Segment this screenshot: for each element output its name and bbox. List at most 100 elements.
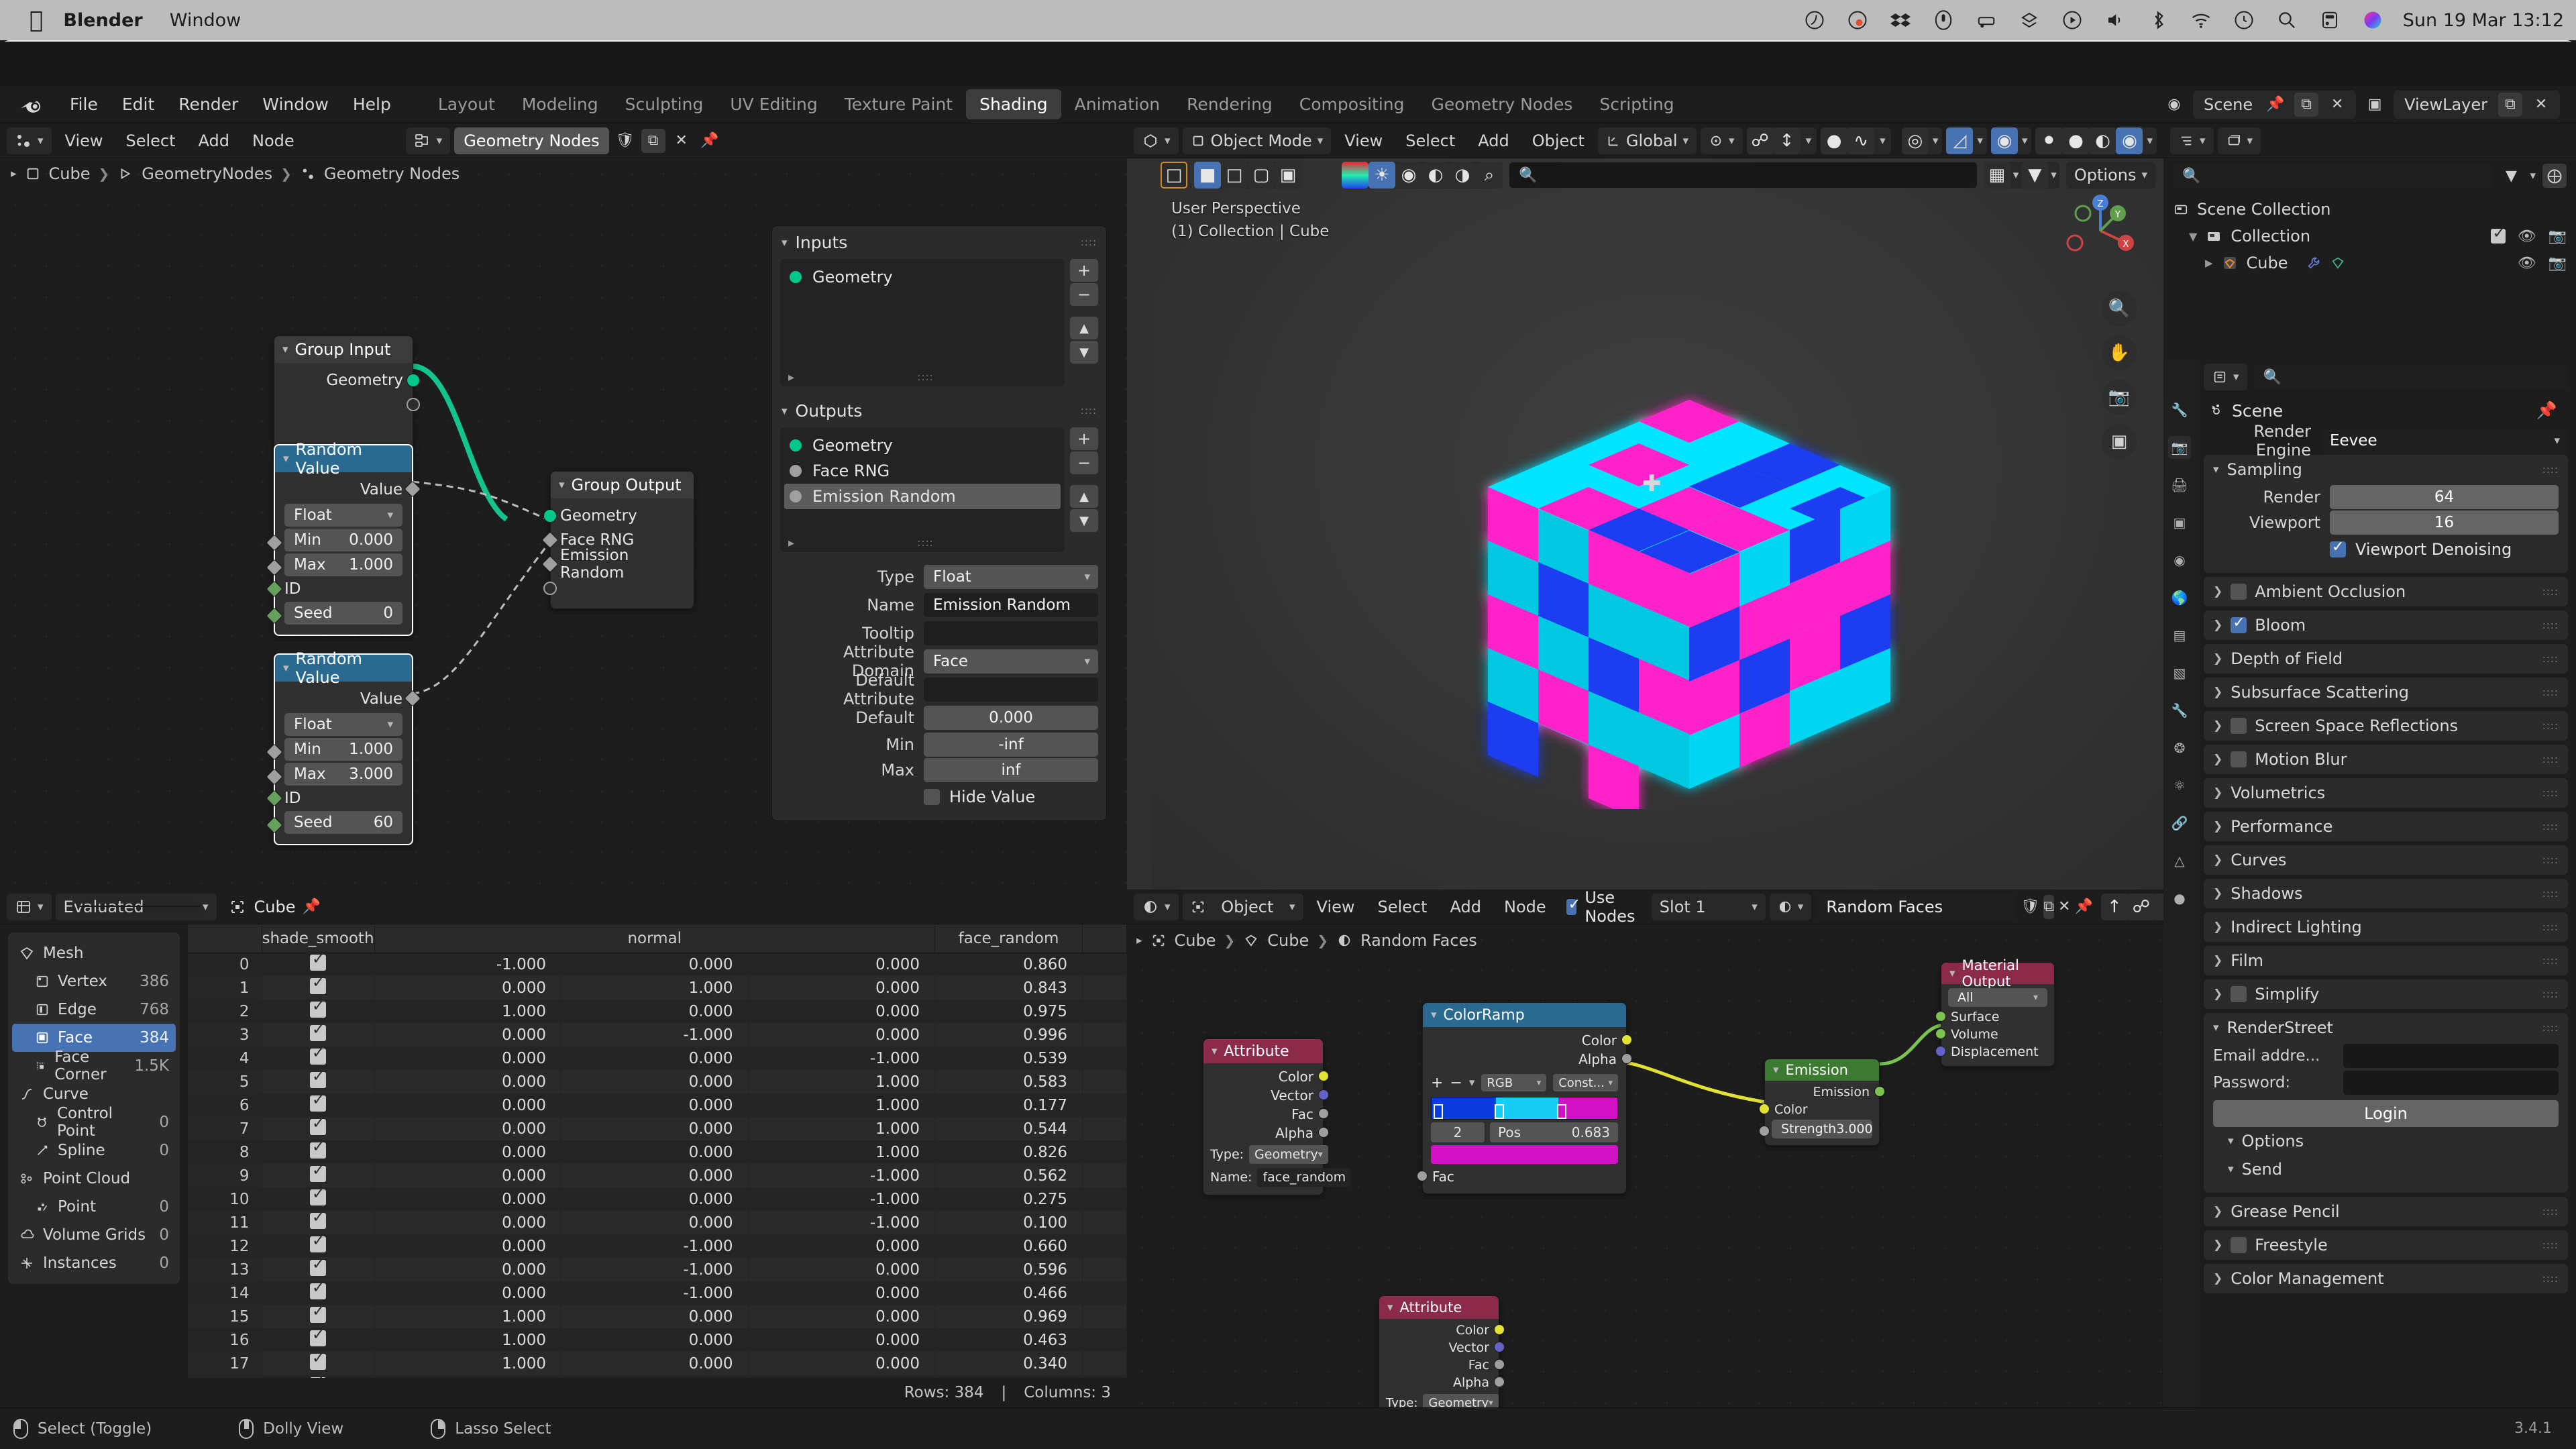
material-name-field[interactable]: Random Faces (1826, 898, 1943, 916)
sh-breadcrumb-2[interactable]: Random Faces (1360, 931, 1477, 950)
cell-shade-smooth[interactable] (262, 1185, 375, 1211)
editor-type-selector[interactable]: ▾ (1134, 127, 1179, 154)
table-row[interactable]: 21.0000.0000.0000.975 (188, 998, 1127, 1023)
collapse-icon[interactable]: ▾ (283, 452, 289, 466)
wifi-icon[interactable] (2191, 10, 2211, 30)
node-header[interactable]: ▾ Random Value (275, 649, 412, 687)
camera-view-icon[interactable]: 📷 (2102, 380, 2137, 415)
cell-shade-smooth[interactable] (262, 1350, 375, 1375)
fake-user-icon[interactable]: 🛡 (2021, 895, 2039, 919)
volume-icon[interactable] (2105, 10, 2125, 30)
navigation-gizmo[interactable]: Z X Y (2060, 191, 2141, 271)
checkbox-on[interactable] (310, 1256, 327, 1276)
render-target-dropdown[interactable]: All ▾ (1948, 988, 2047, 1007)
siri-icon[interactable] (2363, 10, 2383, 30)
grip-icon[interactable]: :::: (2542, 922, 2559, 932)
cell-shade-smooth[interactable] (262, 1162, 375, 1187)
unlink-icon[interactable]: ✕ (669, 129, 694, 153)
chevron-right-icon[interactable]: ❯ (2213, 619, 2222, 632)
tab-particles[interactable]: ❂ (2168, 737, 2191, 759)
password-field[interactable] (2343, 1071, 2559, 1095)
node-socket-row[interactable]: Fac (1379, 1356, 1505, 1374)
outputs-list[interactable]: Geometry Face RNG Emission Random ▸ :::: (780, 427, 1065, 552)
color-output-socket[interactable] (1621, 1034, 1632, 1045)
vector-output-socket[interactable] (1318, 1089, 1329, 1100)
colorramp-gradient-widget[interactable] (1431, 1097, 1618, 1120)
panel-header[interactable]: ❯ Screen Space Reflections:::: (2204, 711, 2568, 741)
vp-menu-object[interactable]: Object (1523, 131, 1594, 150)
node-socket-row[interactable]: Displacement (1935, 1043, 2054, 1061)
outliner-row-scene-collection[interactable]: Scene Collection (2163, 196, 2576, 223)
panel-renderstreet-header[interactable]: ▾ RenderStreet :::: (2204, 1013, 2568, 1042)
select-subtract-icon[interactable]: ▢ (1248, 162, 1275, 189)
stack-icon[interactable] (2019, 10, 2039, 30)
sampling-viewport-value[interactable]: 16 (2330, 511, 2559, 535)
collapse-icon[interactable]: ▾ (1949, 967, 1955, 980)
table-row[interactable]: 120.000-1.0000.0000.660 (188, 1232, 1127, 1258)
table-row[interactable]: 151.0000.0000.0000.969 (188, 1303, 1127, 1328)
panel-enable-checkbox[interactable] (2231, 751, 2247, 767)
id-socket-row[interactable]: ID (266, 578, 412, 600)
transform-orientation-selector[interactable]: Global ▾ (1597, 127, 1697, 154)
menu-help[interactable]: Help (341, 91, 403, 118)
cell-shade-smooth[interactable] (262, 974, 375, 1000)
checkbox-on[interactable] (310, 1115, 327, 1135)
panel-header[interactable]: ❯ Grease Pencil:::: (2204, 1197, 2568, 1226)
table-row[interactable]: 70.0000.0001.0000.544 (188, 1115, 1127, 1140)
proportional-edit-icon[interactable]: ● (1821, 127, 1848, 154)
colorramp-menu-icon[interactable]: ▾ (1469, 1076, 1475, 1089)
node-header[interactable]: ▾ Attribute (1379, 1296, 1499, 1319)
filter-icon[interactable]: ▼ (2021, 162, 2049, 189)
domain-row-face[interactable]: Face 384 (12, 1024, 176, 1052)
pin-icon[interactable]: 📌 (2536, 400, 2565, 421)
sh-menu-view[interactable]: View (1307, 898, 1364, 916)
outputs-list-item[interactable]: Geometry (780, 433, 1065, 458)
controlcenter-icon[interactable] (2320, 10, 2340, 30)
viewport-toolshelf[interactable] (1127, 158, 1152, 890)
grip-icon[interactable]: :::: (2542, 1022, 2559, 1032)
node-header[interactable]: ▾ Random Value (275, 440, 412, 478)
cell-shade-smooth[interactable] (262, 1256, 375, 1281)
collapse-icon[interactable]: ▾ (1212, 1044, 1218, 1058)
menu-render[interactable]: Render (166, 91, 250, 118)
domain-row-mesh[interactable]: Mesh (12, 939, 176, 967)
cell-shade-smooth[interactable] (262, 1209, 375, 1234)
panel-header[interactable]: ❯ Bloom:::: (2204, 610, 2568, 640)
viewport-denoising-checkbox[interactable] (2330, 539, 2346, 557)
scene-browse-icon[interactable]: ◉ (2162, 93, 2186, 117)
panel-enable-checkbox[interactable] (2231, 1237, 2247, 1253)
chevron-right-icon[interactable]: ❯ (2213, 920, 2222, 934)
select-extend-icon[interactable]: □ (1221, 162, 1248, 189)
node-material-output[interactable]: ▾ Material Output All ▾ Surface Volume D… (1935, 957, 2055, 1067)
colorramp-active-color-swatch[interactable] (1431, 1145, 1618, 1164)
panel-header[interactable]: ❯ Motion Blur:::: (2204, 745, 2568, 774)
sh-menu-select[interactable]: Select (1368, 898, 1437, 916)
chevron-right-icon[interactable]: ❯ (2213, 1272, 2222, 1285)
tab-layout[interactable]: Layout (425, 89, 508, 119)
tab-texture-paint[interactable]: Texture Paint (831, 89, 966, 119)
tab-render[interactable]: 📷 (2168, 436, 2191, 459)
gn-menu-node[interactable]: Node (243, 131, 304, 150)
column-header-normal[interactable]: normal (374, 924, 936, 953)
editor-type-selector[interactable]: ▾ (2170, 127, 2214, 154)
ramp-stop-1[interactable] (1495, 1104, 1505, 1119)
alpha-output-socket[interactable] (1494, 1377, 1505, 1387)
panel-enable-checkbox[interactable] (2231, 584, 2247, 600)
node-header[interactable]: ▾ Group Input (274, 336, 413, 363)
outliner-search-input[interactable]: 🔍 (2173, 163, 2493, 189)
colorramp-pos-field[interactable]: Pos 0.683 (1490, 1122, 1618, 1142)
pin-icon[interactable]: 📌 (698, 129, 722, 153)
subpanel-options-header[interactable]: ▾ Options (2213, 1127, 2559, 1155)
domain-row-volume-grids[interactable]: Volume Grids 0 (12, 1221, 176, 1249)
material-slot-dropdown[interactable]: Slot 1 ▾ (1651, 893, 1766, 920)
move-output-down-button[interactable]: ▼ (1070, 509, 1098, 532)
node-random-value-1[interactable]: ▾ Random Value Value Float ▾ Min 0.000 M… (266, 440, 421, 636)
tab-collection[interactable]: ▤ (2168, 624, 2191, 647)
column-header-index[interactable] (188, 924, 262, 953)
cell-shade-smooth[interactable] (262, 1138, 375, 1164)
node-color-ramp[interactable]: ▾ ColorRamp Color Alpha + − ▾ RGB ▾ Cons… (1417, 1002, 1632, 1194)
alpha-output-socket[interactable] (1621, 1053, 1632, 1064)
microphone-icon[interactable] (1933, 10, 1953, 30)
node-socket-row[interactable]: Color (1379, 1322, 1505, 1339)
collapse-icon[interactable]: ▾ (283, 661, 289, 675)
